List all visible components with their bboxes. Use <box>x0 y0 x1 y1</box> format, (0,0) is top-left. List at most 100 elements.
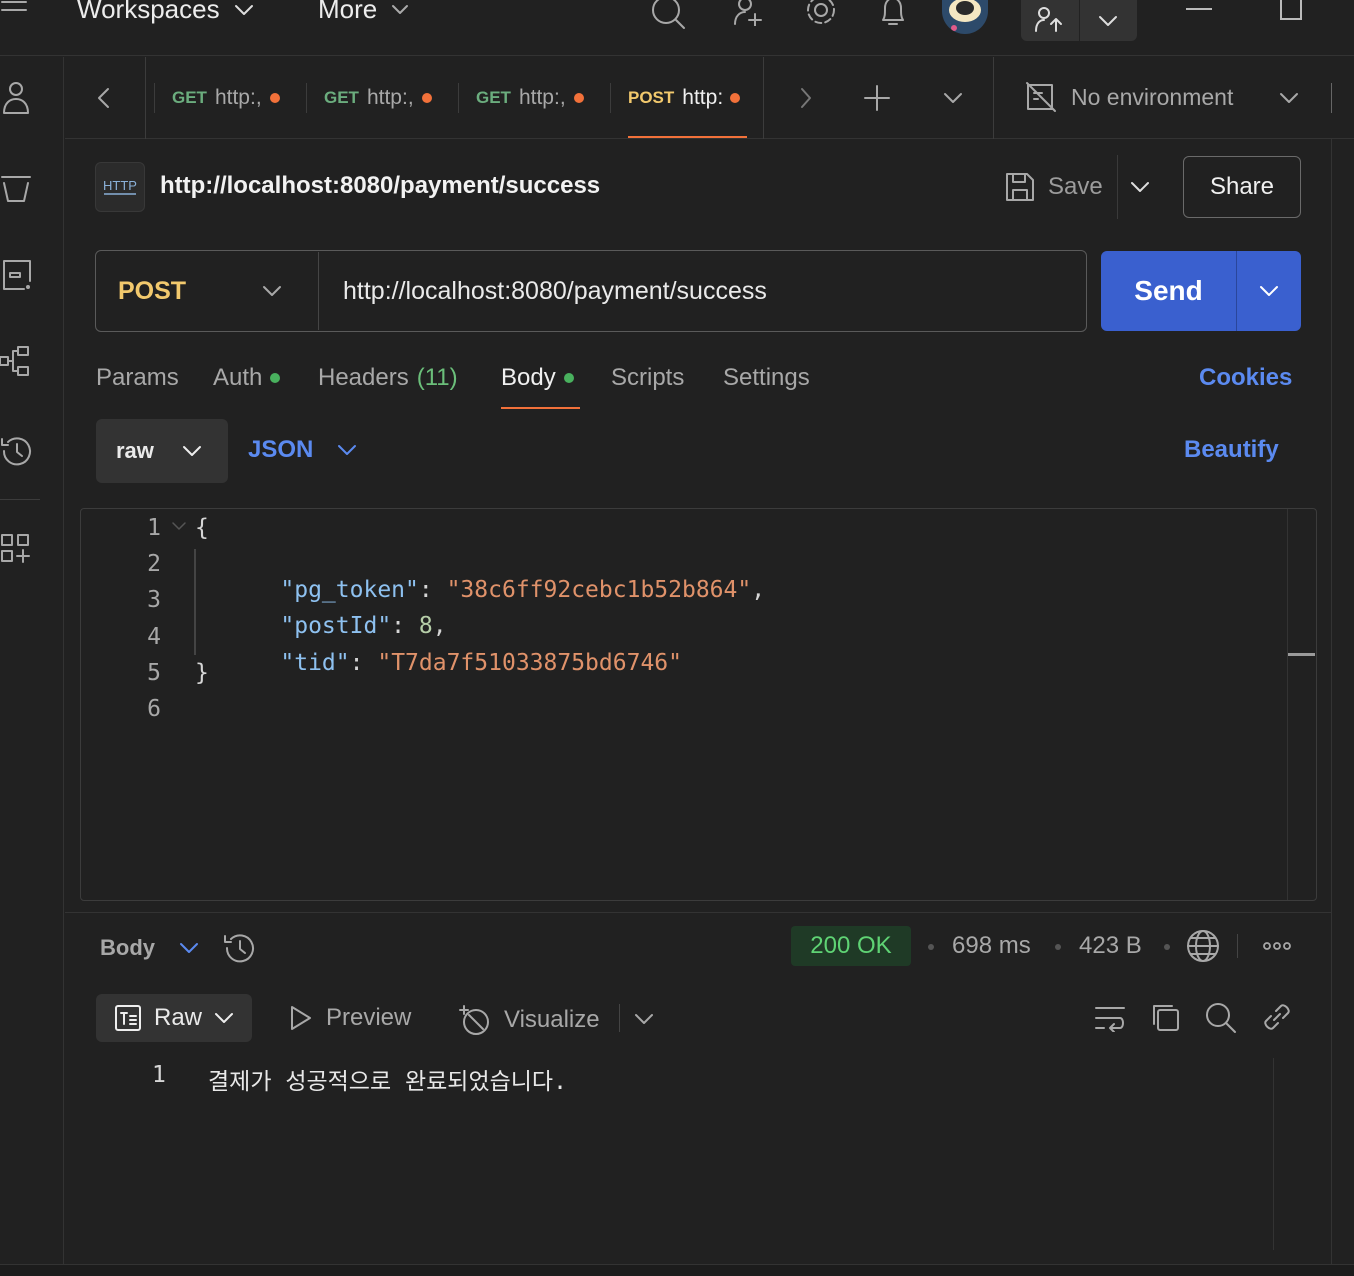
invite-split-button[interactable] <box>1021 0 1137 41</box>
share-workspace-icon[interactable] <box>1021 0 1079 41</box>
status-dot <box>563 373 574 383</box>
send-options-chevron-icon[interactable] <box>1236 251 1301 331</box>
view-preview-label: Preview <box>326 1004 412 1031</box>
tab-url: http:, <box>214 86 262 109</box>
cookies-link[interactable]: Cookies <box>1199 364 1292 392</box>
separator-dot <box>1055 944 1061 950</box>
view-options-chevron-icon[interactable] <box>634 1012 654 1026</box>
environment-selector[interactable]: No environment <box>1071 84 1233 111</box>
save-button[interactable]: Save <box>1048 173 1103 201</box>
send-split-button: Send <box>1101 251 1301 331</box>
editor-scrollbar[interactable] <box>1288 653 1315 656</box>
json-value: "38c6ff92cebc1b52b864" <box>446 577 752 603</box>
wrap-lines-icon[interactable] <box>1094 1004 1126 1032</box>
top-bar: Workspaces More <box>0 0 1354 56</box>
search-response-icon[interactable] <box>1205 1002 1237 1034</box>
svg-text:HTTP: HTTP <box>103 178 137 193</box>
environment-chevron-down-icon[interactable] <box>1279 91 1299 105</box>
fold-chevron-icon[interactable] <box>171 521 187 531</box>
active-tab-underline <box>501 407 580 409</box>
flows-icon[interactable] <box>0 345 34 379</box>
response-size[interactable]: 423 B <box>1079 932 1142 960</box>
request-tab[interactable]: GET http:, <box>172 57 292 139</box>
new-tab-plus-icon[interactable] <box>863 84 891 112</box>
code-brace: { <box>195 515 209 541</box>
copy-icon[interactable] <box>1150 1002 1180 1032</box>
view-preview-button[interactable]: Preview <box>288 1004 411 1032</box>
unsaved-indicator <box>730 93 741 103</box>
more-options-icon[interactable] <box>1262 940 1292 952</box>
tab-scripts[interactable]: Scripts <box>611 364 684 392</box>
tab-settings[interactable]: Settings <box>723 364 810 392</box>
settings-gear-icon[interactable] <box>805 0 839 26</box>
view-raw-button[interactable]: Raw <box>96 994 252 1042</box>
chevron-right-icon[interactable] <box>798 87 814 109</box>
chevron-down-icon <box>180 943 198 953</box>
maximize-window-icon[interactable] <box>1280 0 1302 20</box>
notification-bell-icon[interactable] <box>879 0 907 28</box>
tab-label: Auth <box>213 364 263 391</box>
response-body-text[interactable]: 결제가 성공적으로 완료되었습니다. <box>208 1062 567 1096</box>
more-apps-icon[interactable] <box>0 533 34 567</box>
separator-dot <box>928 944 934 950</box>
tab-body[interactable]: Body <box>501 364 574 392</box>
workspaces-menu[interactable]: Workspaces <box>77 0 254 25</box>
save-floppy-icon <box>1006 173 1034 201</box>
no-environment-icon <box>1025 81 1057 113</box>
save-options-chevron-icon[interactable] <box>1130 180 1150 194</box>
tab-method: POST <box>628 88 675 107</box>
share-button[interactable]: Share <box>1183 156 1301 218</box>
line-number: 2 <box>147 551 161 577</box>
url-input[interactable] <box>318 252 1078 330</box>
user-icon[interactable] <box>2 81 32 115</box>
hamburger-menu-icon[interactable] <box>0 0 28 20</box>
request-title[interactable]: http://localhost:8080/payment/success <box>160 172 600 200</box>
response-minimap-divider <box>1273 1058 1274 1250</box>
response-history-icon[interactable] <box>223 932 257 964</box>
avatar[interactable] <box>942 0 988 34</box>
tab-method: GET <box>476 88 511 107</box>
tab-strip: GET http:, GET http:, GET http:, POST ht… <box>65 57 1354 139</box>
beautify-button[interactable]: Beautify <box>1184 436 1279 464</box>
meta-divider <box>1237 934 1238 958</box>
invite-user-icon[interactable] <box>733 0 767 26</box>
save-group: Save <box>1004 155 1150 219</box>
body-mode-select[interactable]: raw <box>96 419 228 483</box>
line-number: 4 <box>147 624 161 650</box>
collections-icon[interactable] <box>0 173 32 203</box>
request-tab[interactable]: GET http:, <box>324 57 444 139</box>
chevron-down-icon[interactable] <box>1078 0 1138 41</box>
more-menu[interactable]: More <box>318 0 409 25</box>
status-bar <box>0 1264 1354 1276</box>
response-time[interactable]: 698 ms <box>952 932 1031 960</box>
network-globe-icon[interactable] <box>1186 929 1220 963</box>
environments-icon[interactable] <box>0 259 34 291</box>
method-chevron-down-icon[interactable] <box>262 284 282 298</box>
tab-params[interactable]: Params <box>96 364 179 392</box>
chevron-left-icon[interactable] <box>95 87 113 109</box>
tab-url: http:, <box>518 86 566 109</box>
request-tab[interactable]: GET http:, <box>476 57 596 139</box>
tab-label: Settings <box>723 364 810 391</box>
tab-label: Scripts <box>611 364 685 391</box>
http-request-icon: HTTP <box>95 162 145 212</box>
response-body-select[interactable]: Body <box>100 932 257 964</box>
more-label: More <box>318 0 378 24</box>
body-editor[interactable]: 1 2 3 4 5 6 { "pg_token": "38c6ff92cebc1… <box>80 508 1317 901</box>
request-tab-active[interactable]: POST http: <box>628 57 750 139</box>
minimize-window-icon[interactable] <box>1186 8 1212 10</box>
status-badge[interactable]: 200 OK <box>791 926 911 966</box>
body-format-select[interactable]: JSON <box>248 436 357 464</box>
raw-text-icon <box>115 1005 141 1031</box>
tab-headers[interactable]: Headers (11) <box>318 364 458 392</box>
view-visualize-button[interactable]: Visualize <box>458 1004 600 1036</box>
chevron-down-icon <box>234 4 253 15</box>
tabs-dropdown-chevron-icon[interactable] <box>943 91 963 105</box>
chevron-down-icon <box>182 446 201 456</box>
tab-auth[interactable]: Auth <box>213 364 281 392</box>
link-icon[interactable] <box>1262 1002 1292 1032</box>
search-icon[interactable] <box>651 0 687 30</box>
send-button[interactable]: Send <box>1101 251 1236 331</box>
method-select[interactable]: POST <box>118 277 186 306</box>
history-icon[interactable] <box>0 435 34 469</box>
